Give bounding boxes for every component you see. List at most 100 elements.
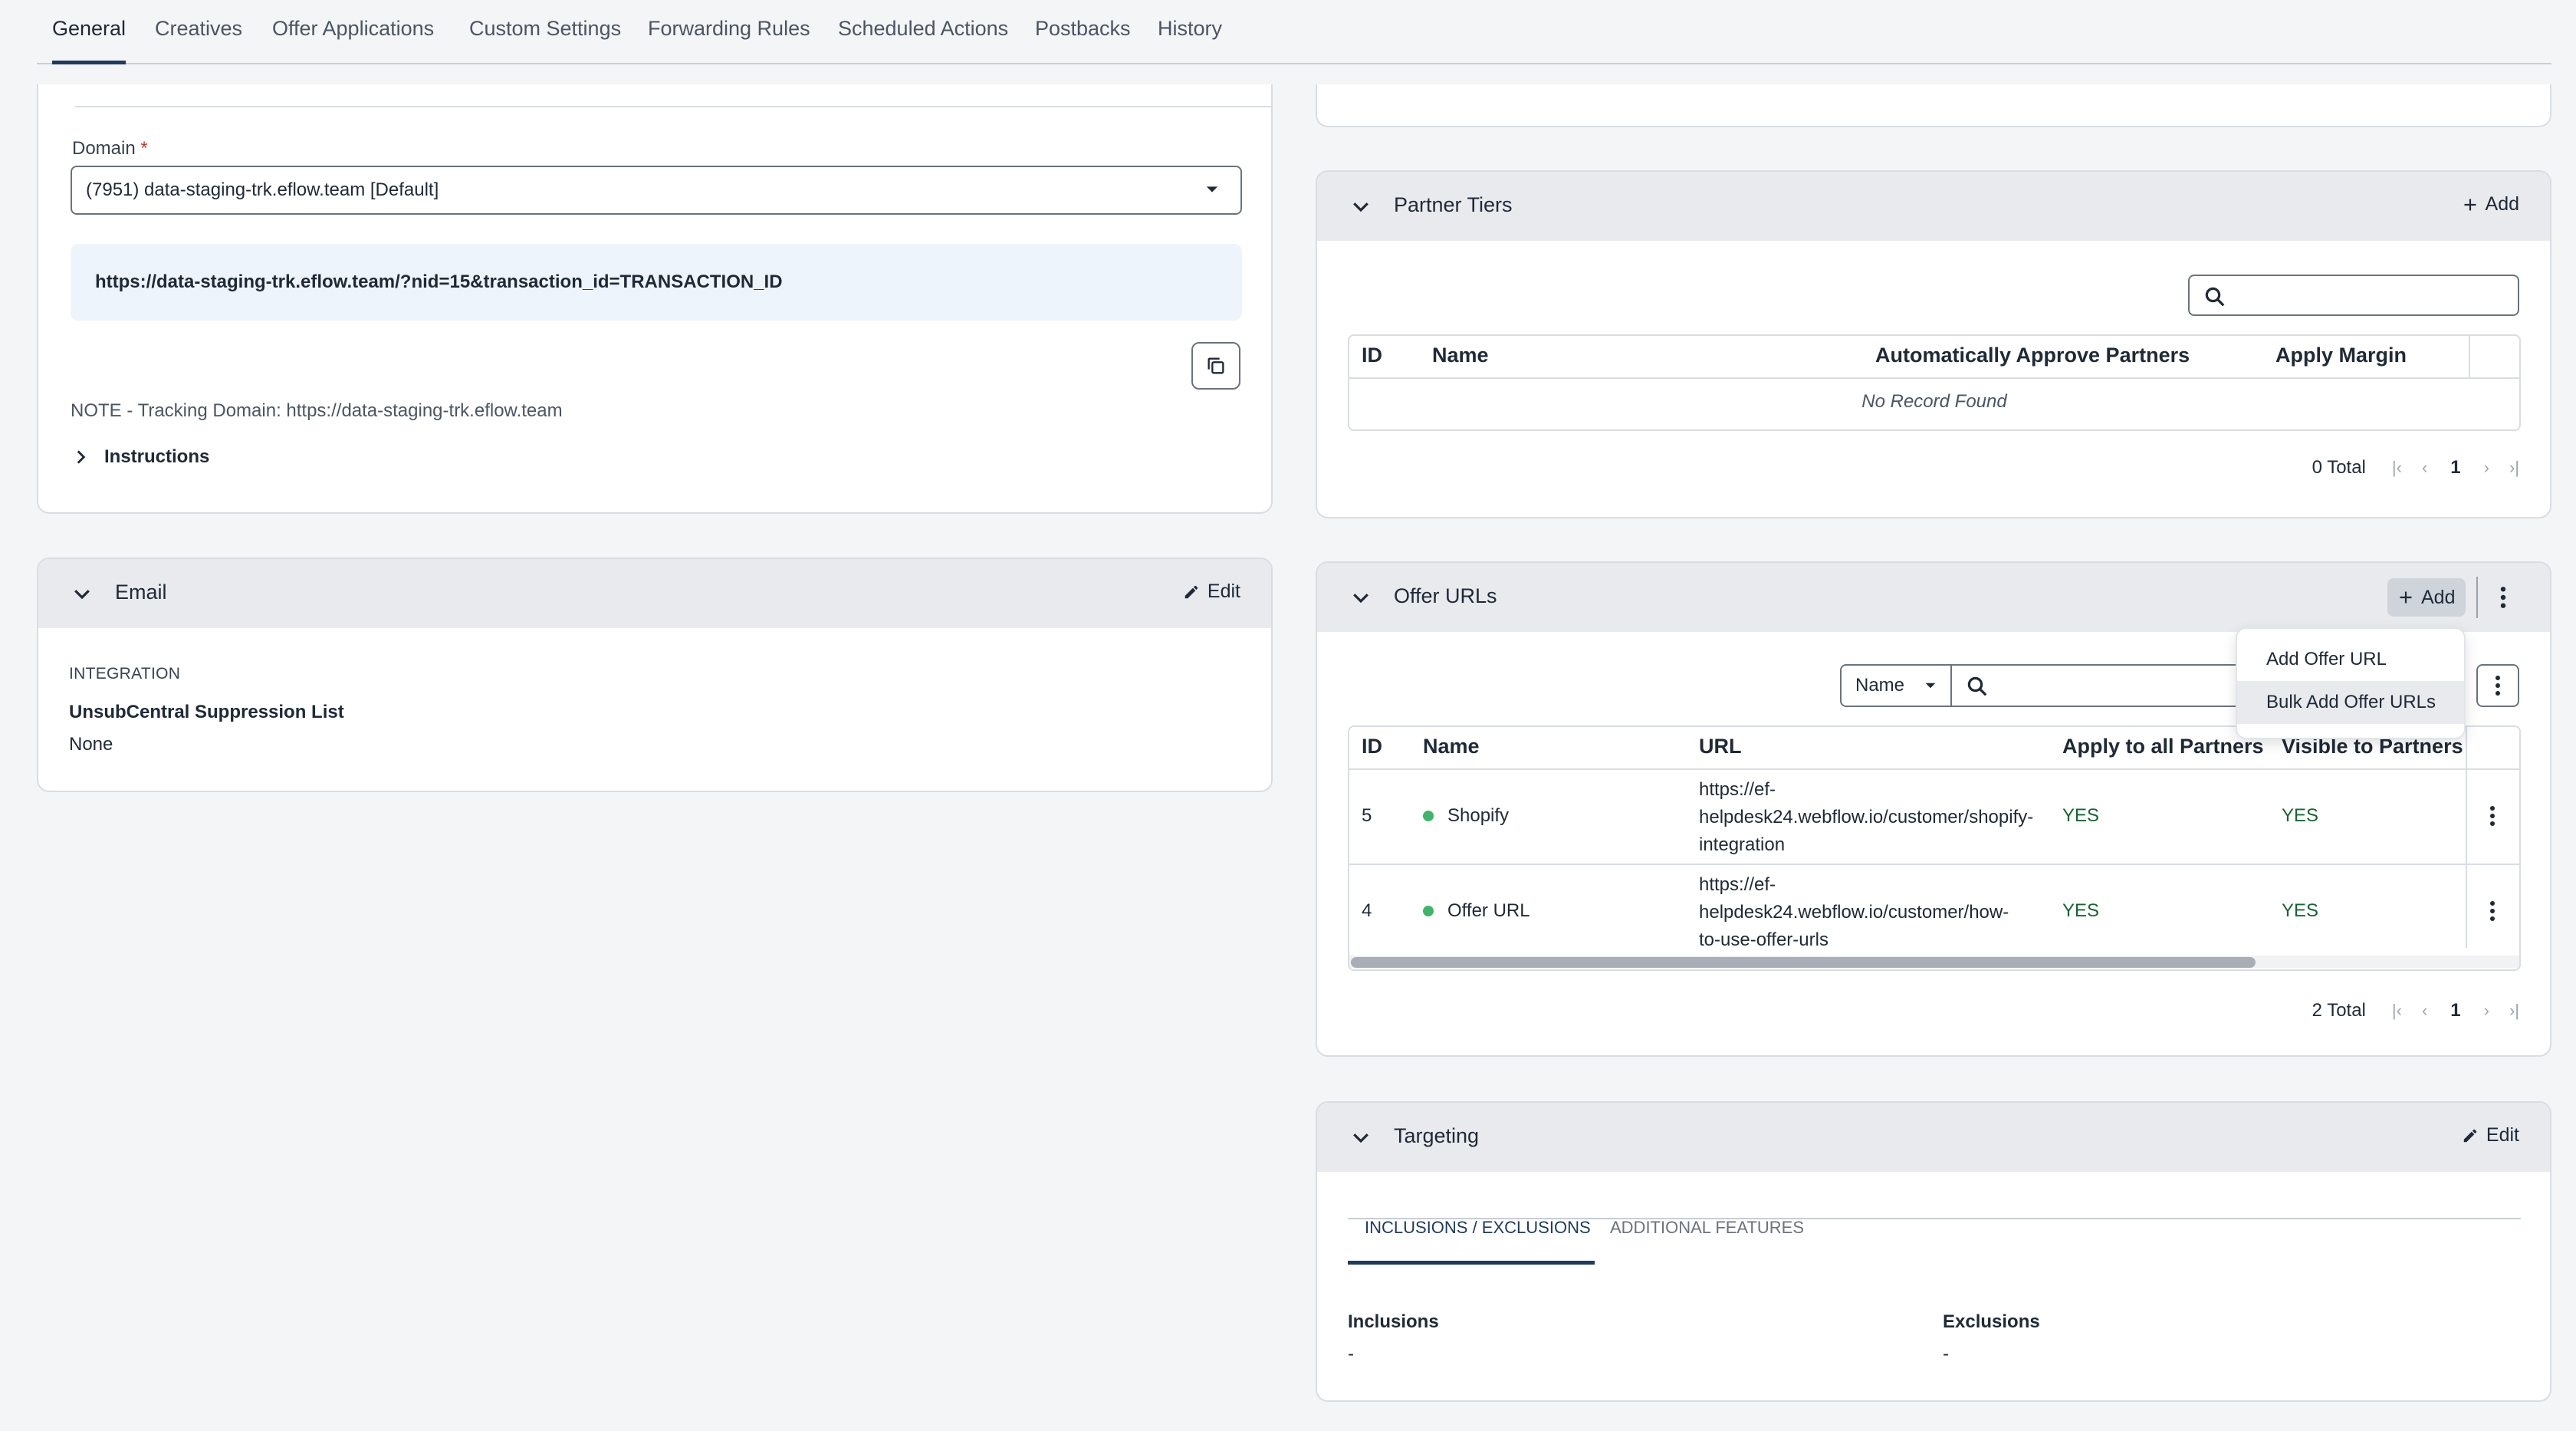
offer-urls-title: Offer URLs bbox=[1394, 584, 1497, 607]
row-visible: YES bbox=[2282, 805, 2319, 826]
row-name[interactable]: Shopify bbox=[1423, 805, 1509, 827]
previous-card-bottom bbox=[1316, 84, 2551, 127]
column-header[interactable]: Apply Margin bbox=[2275, 344, 2407, 367]
copy-button[interactable] bbox=[1191, 342, 1240, 390]
partner-tiers-pagination: 0 Total |‹ ‹ 1 › ›| bbox=[2312, 457, 2519, 479]
chevron-down-icon[interactable] bbox=[1349, 195, 1372, 218]
caret-down-icon bbox=[1924, 679, 1937, 692]
email-card-header: Email Edit bbox=[38, 559, 1271, 628]
column-header[interactable]: Apply to all Partners bbox=[2062, 735, 2264, 758]
first-page-icon[interactable]: |‹ bbox=[2392, 458, 2402, 478]
suppression-list-value: None bbox=[69, 734, 113, 755]
menu-item-add-offer-url[interactable]: Add Offer URL bbox=[2237, 638, 2464, 681]
integration-label: INTEGRATION bbox=[69, 665, 181, 683]
current-page[interactable]: 1 bbox=[2450, 457, 2460, 479]
targeting-edit-label: Edit bbox=[2486, 1124, 2519, 1146]
row-actions-icon[interactable] bbox=[2479, 801, 2505, 831]
plus-icon bbox=[2398, 590, 2413, 605]
instructions-toggle[interactable]: Instructions bbox=[71, 446, 209, 468]
instructions-label: Instructions bbox=[104, 446, 210, 467]
total-count: 0 Total bbox=[2312, 457, 2366, 478]
row-id: 4 bbox=[1362, 900, 1372, 921]
chevron-down-icon[interactable] bbox=[1349, 1126, 1372, 1149]
last-page-icon[interactable]: ›| bbox=[2509, 1001, 2519, 1021]
column-header[interactable]: Automatically Approve Partners bbox=[1875, 344, 2190, 367]
row-url: https://ef- helpdesk24.webflow.io/custom… bbox=[1699, 779, 2034, 855]
row-id: 5 bbox=[1362, 805, 1372, 826]
more-vertical-icon[interactable] bbox=[2490, 584, 2516, 610]
caret-down-icon bbox=[1205, 183, 1219, 196]
filter-select-value: Name bbox=[1855, 675, 1905, 696]
tab-inclusions-exclusions[interactable]: INCLUSIONS / EXCLUSIONS bbox=[1365, 1218, 1591, 1238]
tab-offer-applications[interactable]: Offer Applications bbox=[272, 0, 434, 64]
tab-postbacks[interactable]: Postbacks bbox=[1035, 0, 1131, 64]
chevron-down-icon[interactable] bbox=[1349, 586, 1372, 609]
search-icon bbox=[2203, 285, 2226, 308]
offer-urls-table: ID Name URL Apply to all Partners Visibl… bbox=[1348, 725, 2521, 971]
prev-page-icon[interactable]: ‹ bbox=[2422, 1001, 2427, 1021]
tab-bar: General Creatives Offer Applications Cus… bbox=[37, 0, 2551, 64]
row-name-text: Offer URL bbox=[1447, 900, 1530, 921]
inclusions-label: Inclusions bbox=[1348, 1311, 1439, 1332]
tab-creatives[interactable]: Creatives bbox=[155, 0, 242, 64]
row-name-text: Shopify bbox=[1447, 805, 1510, 826]
domain-select[interactable]: (7951) data-staging-trk.eflow.team [Defa… bbox=[71, 166, 1242, 215]
empty-state: No Record Found bbox=[1861, 391, 2007, 412]
column-header[interactable]: URL bbox=[1699, 735, 1742, 758]
active-subtab-indicator bbox=[1348, 1261, 1595, 1265]
column-header[interactable]: ID bbox=[1362, 344, 1382, 367]
table-row[interactable]: 5 Shopify https://ef- helpdesk24.webflow… bbox=[1349, 770, 2519, 864]
domain-select-value: (7951) data-staging-trk.eflow.team [Defa… bbox=[86, 179, 439, 200]
current-page[interactable]: 1 bbox=[2450, 1000, 2460, 1021]
status-dot bbox=[1423, 811, 1434, 821]
row-name[interactable]: Offer URL bbox=[1423, 900, 1530, 922]
horizontal-scrollbar-thumb[interactable] bbox=[1351, 957, 2256, 968]
row-actions-icon[interactable] bbox=[2479, 896, 2505, 926]
partner-tiers-search-input[interactable] bbox=[2236, 281, 2510, 311]
column-header[interactable]: ID bbox=[1362, 735, 1382, 758]
next-page-icon[interactable]: › bbox=[2484, 1001, 2489, 1021]
partner-tiers-add-label: Add bbox=[2485, 193, 2519, 215]
partner-tiers-card: Partner Tiers Add ID Name Automatically … bbox=[1316, 170, 2551, 518]
email-edit-button[interactable]: Edit bbox=[1183, 581, 1240, 603]
table-options-button[interactable] bbox=[2476, 664, 2519, 707]
domain-label: Domain * bbox=[72, 138, 148, 159]
targeting-edit-button[interactable]: Edit bbox=[2462, 1124, 2519, 1146]
tab-history[interactable]: History bbox=[1158, 0, 1222, 64]
exclusions-label: Exclusions bbox=[1943, 1311, 2040, 1332]
row-apply-all: YES bbox=[2062, 900, 2100, 921]
status-dot bbox=[1423, 906, 1434, 916]
partner-tiers-search[interactable] bbox=[2188, 275, 2519, 316]
column-header[interactable]: Name bbox=[1432, 344, 1489, 367]
partner-tiers-add-button[interactable]: Add bbox=[2463, 193, 2519, 215]
copy-icon bbox=[1205, 355, 1227, 377]
column-header[interactable]: Name bbox=[1423, 735, 1480, 758]
header-divider bbox=[1349, 377, 2519, 379]
tracking-url-text: https://data-staging-trk.eflow.team/?nid… bbox=[95, 271, 783, 292]
partner-tiers-table: ID Name Automatically Approve Partners A… bbox=[1348, 334, 2521, 431]
table-row[interactable]: 4 Offer URL https://ef- helpdesk24.webfl… bbox=[1349, 865, 2519, 950]
header-action-divider bbox=[2476, 577, 2478, 618]
offer-urls-header: Offer URLs Add bbox=[1317, 563, 2550, 632]
tab-additional-features[interactable]: ADDITIONAL FEATURES bbox=[1610, 1218, 1804, 1238]
menu-item-bulk-add-offer-urls[interactable]: Bulk Add Offer URLs bbox=[2237, 681, 2464, 724]
prev-page-icon[interactable]: ‹ bbox=[2422, 458, 2427, 478]
tracking-card: Domain * (7951) data-staging-trk.eflow.t… bbox=[37, 84, 1273, 514]
tab-forwarding-rules[interactable]: Forwarding Rules bbox=[648, 0, 810, 64]
tab-custom-settings[interactable]: Custom Settings bbox=[469, 0, 621, 64]
offer-urls-add-label: Add bbox=[2421, 586, 2456, 608]
email-title: Email bbox=[115, 581, 167, 604]
first-page-icon[interactable]: |‹ bbox=[2392, 1001, 2402, 1021]
plus-icon bbox=[2463, 197, 2478, 212]
targeting-title: Targeting bbox=[1394, 1124, 1480, 1147]
tracking-url-box: https://data-staging-trk.eflow.team/?nid… bbox=[71, 244, 1242, 321]
offer-urls-filter-select[interactable]: Name bbox=[1840, 664, 1952, 707]
pencil-icon bbox=[1183, 584, 1200, 600]
offer-urls-add-button[interactable]: Add bbox=[2387, 578, 2466, 617]
chevron-down-icon[interactable] bbox=[71, 582, 94, 605]
tab-scheduled-actions[interactable]: Scheduled Actions bbox=[838, 0, 1008, 64]
suppression-list-label: UnsubCentral Suppression List bbox=[69, 702, 344, 722]
next-page-icon[interactable]: › bbox=[2484, 458, 2489, 478]
tab-general[interactable]: General bbox=[52, 0, 127, 64]
last-page-icon[interactable]: ›| bbox=[2509, 458, 2519, 478]
